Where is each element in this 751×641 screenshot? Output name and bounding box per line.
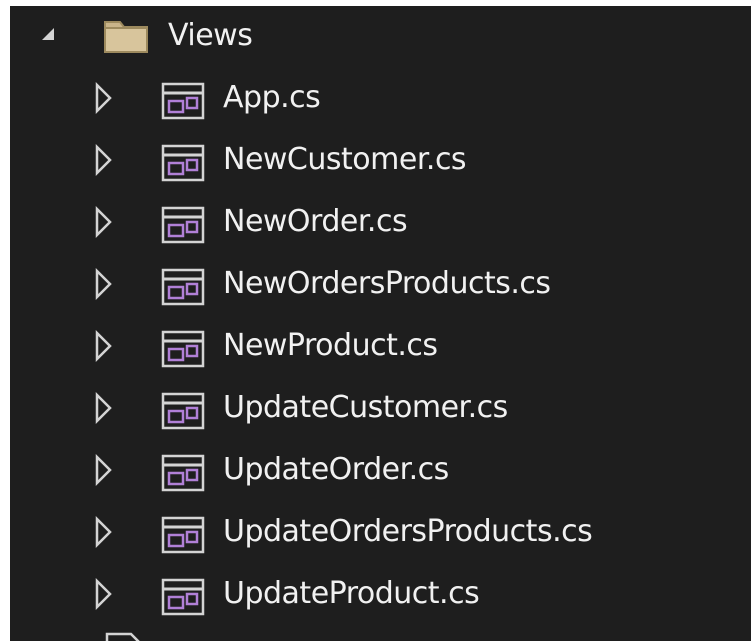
- collapsed-arrow-icon[interactable]: [94, 454, 114, 486]
- tree-item-file[interactable]: UpdateOrdersProducts.cs: [10, 502, 751, 564]
- file-label: UpdateOrdersProducts.cs: [223, 514, 593, 549]
- file-label: App.cs: [223, 80, 321, 115]
- collapsed-arrow-icon[interactable]: [94, 516, 114, 548]
- file-label: NewProduct.cs: [223, 328, 438, 363]
- form-icon: [161, 330, 205, 368]
- tree-item-file[interactable]: NewOrdersProducts.cs: [10, 254, 751, 316]
- file-icon: [105, 632, 140, 641]
- form-icon: [161, 454, 205, 492]
- expanded-arrow-icon[interactable]: [38, 24, 58, 44]
- form-icon: [161, 144, 205, 182]
- tree-item-partial[interactable]: [10, 626, 751, 641]
- tree-folder-views[interactable]: Views: [10, 6, 751, 68]
- tree-item-file[interactable]: App.cs: [10, 68, 751, 130]
- form-icon: [161, 206, 205, 244]
- file-label: UpdateProduct.cs: [223, 576, 480, 611]
- tree-item-file[interactable]: NewCustomer.cs: [10, 130, 751, 192]
- folder-label: Views: [168, 18, 253, 53]
- tree-item-file[interactable]: UpdateCustomer.cs: [10, 378, 751, 440]
- solution-explorer-tree: Views App.cs NewCustomer.cs NewOrder.cs …: [10, 6, 751, 641]
- collapsed-arrow-icon[interactable]: [94, 82, 114, 114]
- form-icon: [161, 578, 205, 616]
- screenshot-frame: Views App.cs NewCustomer.cs NewOrder.cs …: [0, 0, 751, 641]
- form-icon: [161, 82, 205, 120]
- tree-item-file[interactable]: NewOrder.cs: [10, 192, 751, 254]
- collapsed-arrow-icon[interactable]: [94, 330, 114, 362]
- collapsed-arrow-icon[interactable]: [94, 144, 114, 176]
- file-label: NewOrder.cs: [223, 204, 408, 239]
- file-label: UpdateOrder.cs: [223, 452, 449, 487]
- collapsed-arrow-icon[interactable]: [94, 268, 114, 300]
- folder-icon: [104, 21, 148, 53]
- collapsed-arrow-icon[interactable]: [94, 206, 114, 238]
- collapsed-arrow-icon[interactable]: [94, 392, 114, 424]
- file-label: UpdateCustomer.cs: [223, 390, 508, 425]
- file-label: NewCustomer.cs: [223, 142, 467, 177]
- form-icon: [161, 392, 205, 430]
- file-label: NewOrdersProducts.cs: [223, 266, 551, 301]
- form-icon: [161, 268, 205, 306]
- form-icon: [161, 516, 205, 554]
- tree-item-file[interactable]: UpdateProduct.cs: [10, 564, 751, 626]
- tree-item-file[interactable]: NewProduct.cs: [10, 316, 751, 378]
- tree-item-file[interactable]: UpdateOrder.cs: [10, 440, 751, 502]
- collapsed-arrow-icon[interactable]: [94, 578, 114, 610]
